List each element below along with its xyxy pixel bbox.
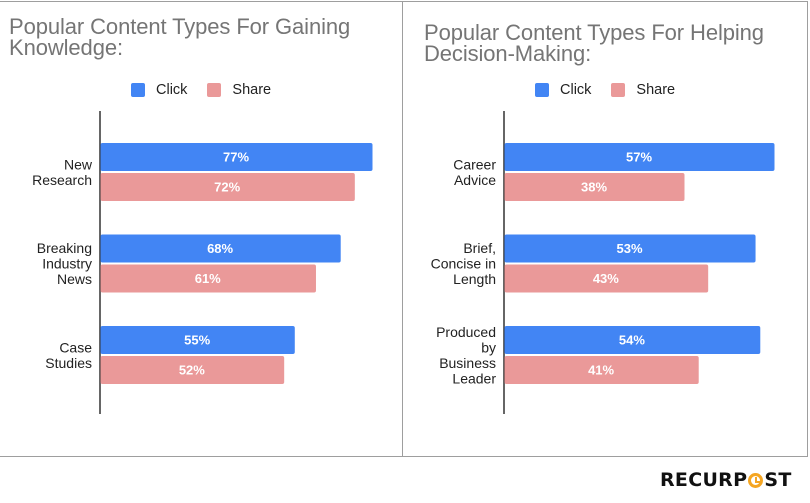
bar-data-label: 57% xyxy=(626,150,652,165)
bar-data-label: 43% xyxy=(593,271,619,286)
bar-data-label: 55% xyxy=(184,333,210,348)
bar-data-label: 52% xyxy=(179,363,205,378)
logo-text-start: RECURP xyxy=(660,469,748,491)
bar-data-label: 77% xyxy=(223,150,249,165)
bar-data-label: 38% xyxy=(581,180,607,195)
bar-data-label: 68% xyxy=(207,241,233,256)
category-label: Case Studies xyxy=(45,339,92,371)
category-label: New Research xyxy=(32,156,93,188)
bar-data-label: 72% xyxy=(214,180,240,195)
category-label: Produced by Business Leader xyxy=(436,324,496,387)
logo-text-end: ST xyxy=(764,469,792,491)
bar-data-label: 54% xyxy=(619,333,645,348)
clock-o-icon xyxy=(748,472,764,488)
chart-panel-gaining-knowledge: Popular Content Types For Gaining Knowle… xyxy=(0,1,403,457)
bar-chart-decision-making: 57% 38% Career Advice 53% 43% Brief, Concise in… xyxy=(431,111,775,414)
category-label: Career Advice xyxy=(453,156,496,188)
bar-chart-gaining-knowledge: 77% 72% New Research 68% 61% Breaking Industry N… xyxy=(32,111,373,414)
category-label: Breaking Industry News xyxy=(37,240,92,287)
bar-data-label: 53% xyxy=(617,241,643,256)
recurpost-logo: RECURP ST xyxy=(660,469,792,493)
bar-data-label: 61% xyxy=(195,271,221,286)
category-label: Brief, Concise in Length xyxy=(431,240,496,287)
chart-panel-decision-making: Popular Content Types For Helping Decisi… xyxy=(402,1,808,457)
bar-data-label: 41% xyxy=(588,363,614,378)
